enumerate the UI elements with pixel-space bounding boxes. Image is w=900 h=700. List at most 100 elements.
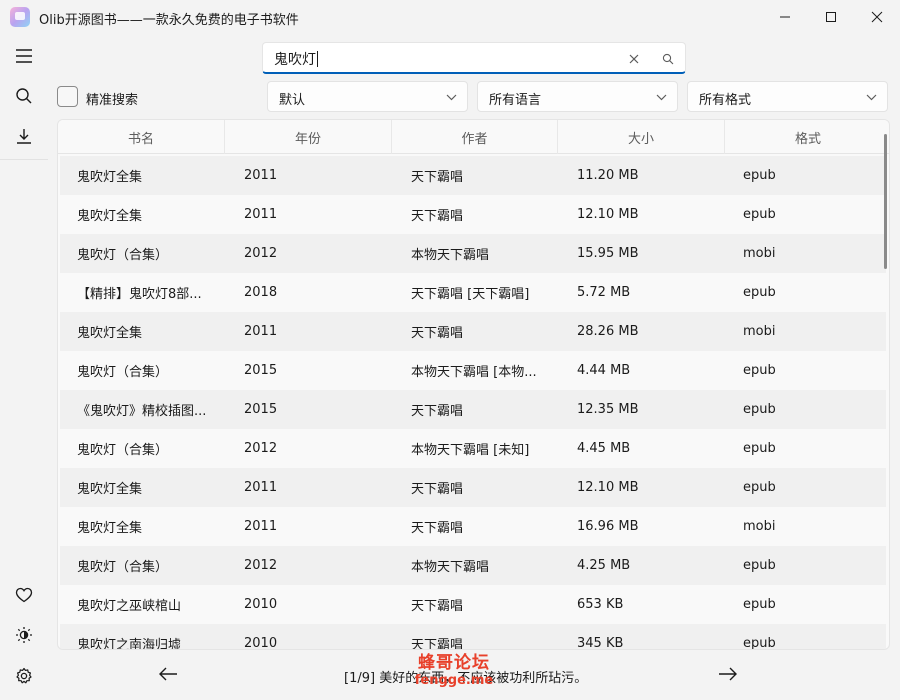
table-row[interactable]: 鬼吹灯（合集） 2015 本物天下霸唱 [本物... 4.44 MB epub: [60, 351, 886, 390]
cell-size: 4.45 MB: [577, 441, 631, 456]
search-input-value: 鬼吹灯: [274, 51, 318, 68]
theme-toggle-button[interactable]: [6, 619, 42, 651]
column-header-size[interactable]: 大小: [558, 120, 725, 154]
previous-quote-button[interactable]: [156, 663, 180, 685]
table-row[interactable]: 鬼吹灯（合集） 2012 本物天下霸唱 15.95 MB mobi: [60, 234, 886, 273]
table-header: 书名 年份 作者 大小 格式: [58, 120, 889, 154]
cell-title: 鬼吹灯全集: [77, 482, 143, 497]
cell-author: 天下霸唱: [411, 404, 464, 419]
cell-author: 天下霸唱: [411, 209, 464, 224]
column-header-format[interactable]: 格式: [725, 120, 889, 154]
cell-title: 鬼吹灯全集: [77, 170, 143, 185]
chevron-down-icon: [865, 91, 877, 103]
cell-title: 鬼吹灯（合集）: [77, 560, 169, 575]
chevron-down-icon: [445, 91, 457, 103]
table-scrollbar[interactable]: [884, 134, 887, 269]
table-row[interactable]: 鬼吹灯全集 2011 天下霸唱 12.10 MB epub: [60, 195, 886, 234]
cell-format: epub: [743, 168, 776, 183]
maximize-button[interactable]: [808, 0, 854, 34]
cell-format: mobi: [743, 246, 776, 261]
cell-size: 11.20 MB: [577, 168, 639, 183]
favorites-button[interactable]: [6, 579, 42, 611]
table-row[interactable]: 【精排】鬼吹灯8部... 2018 天下霸唱 [天下霸唱] 5.72 MB epub: [60, 273, 886, 312]
cell-title: 鬼吹灯全集: [77, 521, 143, 536]
table-row[interactable]: 鬼吹灯（合集） 2012 本物天下霸唱 4.25 MB epub: [60, 546, 886, 585]
menu-button[interactable]: [6, 40, 42, 72]
cell-author: 天下霸唱: [411, 170, 464, 185]
cell-size: 345 KB: [577, 636, 624, 650]
cell-year: 2015: [244, 363, 278, 378]
settings-button[interactable]: [6, 660, 42, 692]
table-row[interactable]: 鬼吹灯之巫峡棺山 2010 天下霸唱 653 KB epub: [60, 585, 886, 624]
column-header-title[interactable]: 书名: [58, 120, 225, 154]
cell-format: epub: [743, 558, 776, 573]
column-header-year[interactable]: 年份: [225, 120, 392, 154]
cell-author: 本物天下霸唱 [本物...: [411, 365, 537, 380]
language-dropdown[interactable]: 所有语言: [477, 81, 678, 112]
minimize-button[interactable]: [762, 0, 808, 34]
clear-search-button[interactable]: [625, 50, 643, 68]
cell-format: epub: [743, 207, 776, 222]
watermark-bottom: fengge.me: [414, 673, 494, 688]
app-logo-icon: [10, 7, 30, 27]
search-icon: [662, 53, 674, 65]
cell-title: 《鬼吹灯》精校插图...: [77, 404, 207, 419]
cell-format: epub: [743, 597, 776, 612]
cell-year: 2011: [244, 324, 278, 339]
next-quote-button[interactable]: [716, 663, 740, 685]
brightness-icon: [16, 627, 32, 643]
cell-year: 2015: [244, 402, 278, 417]
exact-search-checkbox[interactable]: [57, 86, 78, 107]
cell-size: 653 KB: [577, 597, 624, 612]
table-row[interactable]: 鬼吹灯全集 2011 天下霸唱 12.10 MB epub: [60, 468, 886, 507]
table-row[interactable]: 鬼吹灯全集 2011 天下霸唱 11.20 MB epub: [60, 156, 886, 195]
menu-icon: [16, 49, 32, 63]
sort-dropdown-value: 默认: [279, 93, 306, 108]
heart-icon: [15, 587, 33, 603]
cell-title: 鬼吹灯之巫峡棺山: [77, 599, 182, 614]
cell-author: 天下霸唱: [411, 599, 464, 614]
cell-format: mobi: [743, 519, 776, 534]
table-row[interactable]: 鬼吹灯之南海归墟 2010 天下霸唱 345 KB epub: [60, 624, 886, 650]
table-row[interactable]: 《鬼吹灯》精校插图... 2015 天下霸唱 12.35 MB epub: [60, 390, 886, 429]
sort-dropdown[interactable]: 默认: [267, 81, 468, 112]
results-table: 书名 年份 作者 大小 格式 鬼吹灯全集 2011 天下霸唱 11.20 MB epub…: [57, 119, 890, 650]
cell-size: 12.35 MB: [577, 402, 639, 417]
search-input[interactable]: 鬼吹灯: [262, 42, 686, 74]
format-dropdown-value: 所有格式: [699, 93, 752, 108]
cell-size: 12.10 MB: [577, 480, 639, 495]
cell-title: 鬼吹灯（合集）: [77, 248, 169, 263]
cell-year: 2011: [244, 168, 278, 183]
window-title: Olib开源图书——一款永久免费的电子书软件: [39, 13, 299, 28]
cell-author: 本物天下霸唱: [411, 248, 490, 263]
cell-author: 天下霸唱 [天下霸唱]: [411, 287, 530, 302]
cell-author: 天下霸唱: [411, 521, 464, 536]
chevron-down-icon: [655, 91, 667, 103]
cell-author: 天下霸唱: [411, 482, 464, 497]
cell-format: epub: [743, 441, 776, 456]
table-body: 鬼吹灯全集 2011 天下霸唱 11.20 MB epub 鬼吹灯全集 2011 天下霸唱 12…: [60, 156, 886, 650]
cell-title: 鬼吹灯（合集）: [77, 365, 169, 380]
title-bar: Olib开源图书——一款永久免费的电子书软件: [0, 0, 900, 34]
watermark-top: 蜂哥论坛: [418, 653, 490, 673]
cell-format: epub: [743, 363, 776, 378]
cell-size: 4.25 MB: [577, 558, 631, 573]
cell-year: 2012: [244, 558, 278, 573]
cell-format: epub: [743, 480, 776, 495]
search-nav-button[interactable]: [6, 80, 42, 112]
table-row[interactable]: 鬼吹灯全集 2011 天下霸唱 28.26 MB mobi: [60, 312, 886, 351]
cell-year: 2011: [244, 207, 278, 222]
table-row[interactable]: 鬼吹灯（合集） 2012 本物天下霸唱 [未知] 4.45 MB epub: [60, 429, 886, 468]
close-button[interactable]: [854, 0, 900, 34]
cell-title: 鬼吹灯之南海归墟: [77, 638, 182, 650]
format-dropdown[interactable]: 所有格式: [687, 81, 888, 112]
column-header-author[interactable]: 作者: [392, 120, 558, 154]
exact-search-label[interactable]: 精准搜索: [86, 89, 138, 108]
table-row[interactable]: 鬼吹灯全集 2011 天下霸唱 16.96 MB mobi: [60, 507, 886, 546]
cell-year: 2010: [244, 597, 278, 612]
search-submit-button[interactable]: [659, 50, 677, 68]
cell-title: 【精排】鬼吹灯8部...: [77, 287, 202, 302]
cell-year: 2012: [244, 246, 278, 261]
cell-format: mobi: [743, 324, 776, 339]
download-nav-button[interactable]: [6, 120, 42, 152]
